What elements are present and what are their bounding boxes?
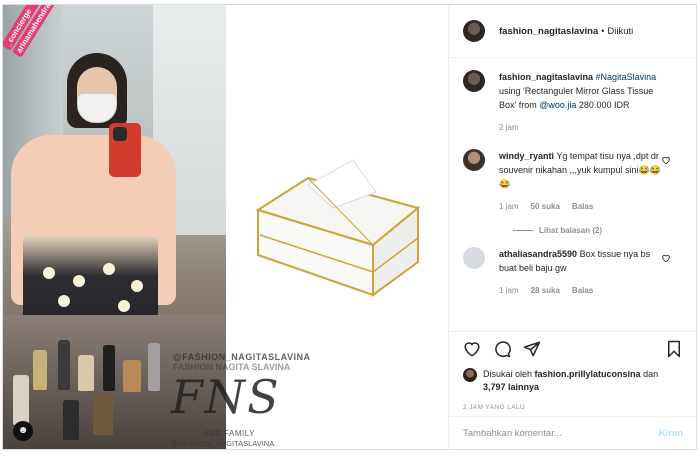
caption-time[interactable]: 2 jam <box>499 121 519 135</box>
comment-username[interactable]: windy_ryanti <box>499 151 554 161</box>
paper-plane-icon[interactable] <box>523 340 541 358</box>
liked-by: Disukai oleh fashion.prillylatuconsina d… <box>463 368 683 394</box>
caption-price: 280.000 IDR <box>578 100 630 110</box>
liker-avatar[interactable] <box>463 368 477 382</box>
comments-section: fashion_nagitaslavina #NagitaSlavina usi… <box>449 58 697 331</box>
liked-by-user[interactable]: fashion.prillylatuconsina <box>535 369 641 379</box>
add-comment-bar: Kirim <box>449 416 697 449</box>
follow-status-button[interactable]: Diikuti <box>607 26 633 37</box>
author-username[interactable]: fashion_nagitaslavina <box>499 26 598 37</box>
separator-dot: • <box>601 26 605 36</box>
view-replies-button[interactable]: Lihat balasan (2) <box>513 226 683 235</box>
comment-input[interactable] <box>463 427 659 439</box>
reply-button[interactable]: Balas <box>572 284 593 298</box>
caption-text: using 'Rectanguler Mirror Glass Tissue B… <box>499 86 654 110</box>
watermark-handle-bottom: @FASHION_NAGITASLAVINA <box>171 439 275 448</box>
post-timestamp[interactable]: 2 JAM YANG LALU <box>463 404 683 411</box>
watermark-logo: FNS <box>171 370 281 424</box>
tissue-box-product-image <box>255 159 421 297</box>
liked-by-others[interactable]: 3,797 lainnya <box>483 382 539 392</box>
comment-time[interactable]: 1 jam <box>499 284 519 298</box>
liked-by-joiner: dan <box>643 369 659 379</box>
post-comment-button[interactable]: Kirim <box>659 428 683 439</box>
watermark-handle-top: @FASHION_NAGITASLAVINA <box>173 352 311 362</box>
comment-item: athaliasandra5590 Box tissue nya bs buat… <box>463 247 683 298</box>
liked-by-prefix: Disukai oleh <box>483 369 533 379</box>
mention-link[interactable]: @woo.jia <box>539 100 576 110</box>
watermark-subtitle: AND FAMILY <box>203 429 255 438</box>
view-replies-label: Lihat balasan (2) <box>539 226 603 235</box>
post-header: fashion_nagitaslavina • Diikuti <box>449 5 697 58</box>
phone <box>109 123 141 177</box>
comment-time[interactable]: 1 jam <box>499 200 519 214</box>
comment-icon[interactable] <box>493 340 511 358</box>
post-media[interactable]: _concierge arinamahendra ☻ @FASHION_NAGI… <box>3 5 448 449</box>
commenter-avatar[interactable] <box>463 247 485 269</box>
user-tag-icon[interactable]: ☻ <box>13 421 33 441</box>
post-sidebar: fashion_nagitaslavina • Diikuti fashion_… <box>448 5 697 449</box>
comment-likes[interactable]: 50 suka <box>531 200 560 214</box>
post-actions: Disukai oleh fashion.prillylatuconsina d… <box>449 331 697 411</box>
caption: fashion_nagitaslavina #NagitaSlavina usi… <box>463 70 683 135</box>
bookmark-icon[interactable] <box>665 340 683 358</box>
comment-heart-icon[interactable] <box>661 155 671 165</box>
reply-button[interactable]: Balas <box>572 200 593 214</box>
comment-item: windy_ryanti Yg tempat tisu nya ,dpt dr … <box>463 149 683 214</box>
author-avatar[interactable] <box>463 20 485 42</box>
comment-username[interactable]: athaliasandra5590 <box>499 249 577 259</box>
commenter-avatar[interactable] <box>463 149 485 171</box>
instagram-post: _concierge arinamahendra ☻ @FASHION_NAGI… <box>2 4 697 450</box>
comment-likes[interactable]: 28 suka <box>531 284 560 298</box>
heart-icon[interactable] <box>463 340 481 358</box>
caption-username[interactable]: fashion_nagitaslavina <box>499 72 593 82</box>
comment-heart-icon[interactable] <box>661 253 671 263</box>
hashtag-link[interactable]: #NagitaSlavina <box>596 72 657 82</box>
caption-author-avatar[interactable] <box>463 70 485 92</box>
